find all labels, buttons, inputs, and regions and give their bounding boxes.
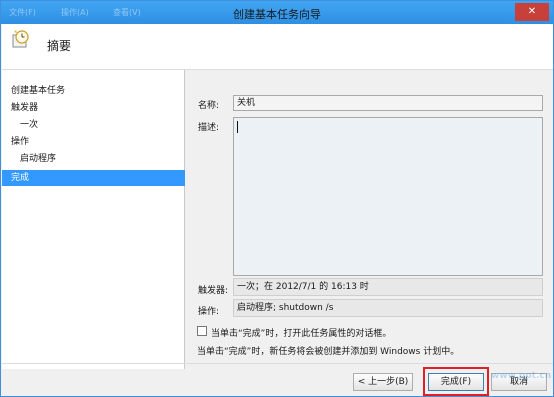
- trigger-label: 触发器:: [198, 286, 229, 296]
- name-label: 名称:: [198, 101, 220, 111]
- task-wizard-window: 文件(F) 操作(A) 查看(V) 创建基本任务向导 ✕ 摘要 创建基本任务 触…: [0, 0, 554, 397]
- name-field[interactable]: 关机: [233, 95, 543, 111]
- text-caret: [237, 121, 238, 133]
- description-label: 描述:: [198, 123, 220, 133]
- nav-item-start-program[interactable]: 启动程序: [2, 151, 185, 167]
- open-properties-label[interactable]: 当单击“完成”时，打开此任务属性的对话框。: [211, 326, 391, 339]
- finish-button-highlight: [423, 367, 489, 396]
- open-properties-checkbox[interactable]: [197, 326, 207, 336]
- description-textarea[interactable]: [233, 117, 543, 276]
- nav-item-action[interactable]: 操作: [2, 134, 185, 150]
- footer-divider: [2, 363, 553, 364]
- watermark: www.ppt.cn: [491, 371, 552, 381]
- action-label: 操作:: [198, 307, 220, 317]
- window-title: 创建基本任务向导: [233, 8, 321, 21]
- title-bar: 文件(F) 操作(A) 查看(V) 创建基本任务向导 ✕: [1, 1, 553, 24]
- back-button[interactable]: < 上一步(B): [353, 373, 413, 391]
- task-clock-icon: [12, 30, 29, 48]
- wizard-step-nav: 创建基本任务 触发器 一次 操作 启动程序 完成: [2, 70, 185, 369]
- nav-item-once[interactable]: 一次: [2, 117, 185, 133]
- trigger-value: 一次；在 2012/7/1 的 16:13 时: [233, 278, 543, 296]
- nav-item-create-basic-task[interactable]: 创建基本任务: [2, 83, 185, 99]
- action-value: 启动程序; shutdown /s: [233, 299, 543, 317]
- nav-item-finish[interactable]: 完成: [2, 170, 185, 186]
- close-button[interactable]: ✕: [515, 3, 549, 21]
- nav-item-trigger[interactable]: 触发器: [2, 100, 185, 116]
- wizard-header: 摘要: [2, 24, 553, 69]
- finish-note: 当单击“完成”时，新任务将会被创建并添加到 Windows 计划中。: [197, 347, 460, 357]
- page-title: 摘要: [47, 39, 72, 53]
